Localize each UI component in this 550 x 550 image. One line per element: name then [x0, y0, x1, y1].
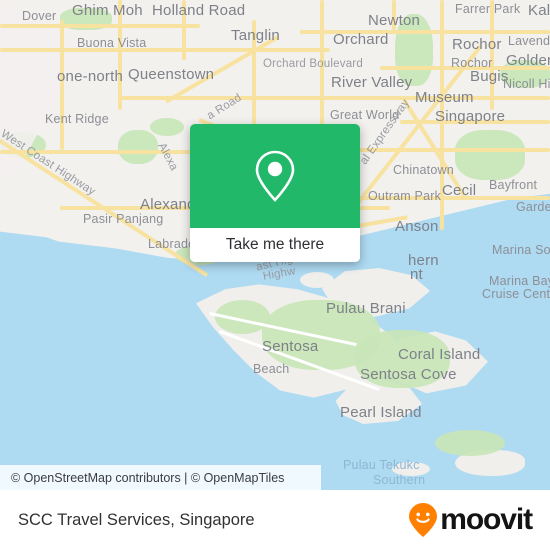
map-label: Coral Island — [398, 346, 481, 363]
map-label: Pulau Tekukc — [343, 458, 420, 472]
map-label: Sentosa Cove — [360, 366, 457, 383]
map-label: Lavender — [508, 34, 550, 48]
map-attribution-bar: © OpenStreetMap contributors | © OpenMap… — [0, 465, 321, 490]
map-label: Rochor — [452, 36, 502, 53]
map-label: Sentosa — [262, 338, 319, 355]
location-title: SCC Travel Services, Singapore — [18, 510, 255, 529]
road-segment — [60, 20, 64, 150]
map-label: Kent Ridge — [45, 112, 109, 126]
map-label: Cecil — [442, 182, 477, 199]
moovit-wordmark: moovit — [440, 503, 533, 536]
map-label: Cruise Centre — [482, 287, 550, 301]
attribution-text: © OpenStreetMap contributors | © OpenMap… — [11, 470, 285, 485]
map-label: Ghim Moh — [72, 2, 143, 19]
map-label: Queenstown — [128, 66, 215, 83]
road-segment — [490, 0, 494, 110]
map-label: Southern — [373, 473, 426, 487]
map-label: Tanglin — [231, 27, 280, 44]
map-label: Museum — [415, 89, 474, 106]
map-label: Golden M — [506, 52, 550, 69]
take-me-there-label: Take me there — [225, 236, 325, 253]
place-callout-card[interactable]: Take me there — [190, 124, 360, 262]
park-polygon — [150, 118, 184, 136]
map-label: Singapore — [435, 108, 506, 125]
map-label: Marina South P — [492, 243, 550, 257]
road-segment — [0, 24, 200, 28]
map-label: Bayfront — [489, 178, 538, 192]
map-label: Dover — [22, 9, 57, 23]
map-label: Farrer Park — [455, 2, 521, 16]
map-label: Newton — [368, 12, 421, 29]
road-segment — [0, 48, 330, 52]
card-action-row[interactable]: Take me there — [190, 228, 360, 262]
map-pin-icon — [255, 150, 295, 202]
map-label: Orchard — [333, 31, 389, 48]
map-label: Anson — [395, 218, 439, 235]
map-label: nt — [410, 266, 423, 283]
map-label: Chinatown — [393, 163, 454, 177]
park-polygon — [455, 130, 525, 180]
bottom-bar: SCC Travel Services, Singapore moovit — [0, 490, 550, 550]
map-label: Gardens — [516, 200, 550, 214]
map-label: Kalla — [528, 2, 550, 19]
park-polygon — [118, 130, 158, 164]
map-label: Pasir Panjang — [83, 212, 164, 226]
map-label: Beach — [253, 362, 290, 376]
islet-polygon — [300, 272, 334, 288]
park-polygon — [435, 430, 505, 456]
map-label: Orchard Boulevard — [263, 58, 363, 70]
card-header — [190, 124, 360, 228]
moovit-logo[interactable]: moovit — [408, 502, 533, 538]
map-label: one-north — [57, 68, 124, 85]
map-label: Holland Road — [152, 2, 246, 19]
map-label: Pulau Brani — [326, 300, 406, 317]
map-label: Nicoll Highw — [503, 77, 550, 91]
map-screenshot: Dover Ghim Moh Holland Road Tanglin Newton Fa… — [0, 0, 550, 550]
moovit-pin-smiley-icon — [409, 503, 438, 537]
map-canvas[interactable]: Dover Ghim Moh Holland Road Tanglin Newton Fa… — [0, 0, 550, 490]
map-label: Outram Park — [368, 189, 442, 203]
road-segment — [120, 96, 550, 100]
map-label: Marina Bay — [489, 274, 550, 288]
map-label: Buona Vista — [77, 36, 147, 50]
map-label: Pearl Island — [340, 404, 422, 421]
map-label: River Valley — [331, 74, 413, 91]
